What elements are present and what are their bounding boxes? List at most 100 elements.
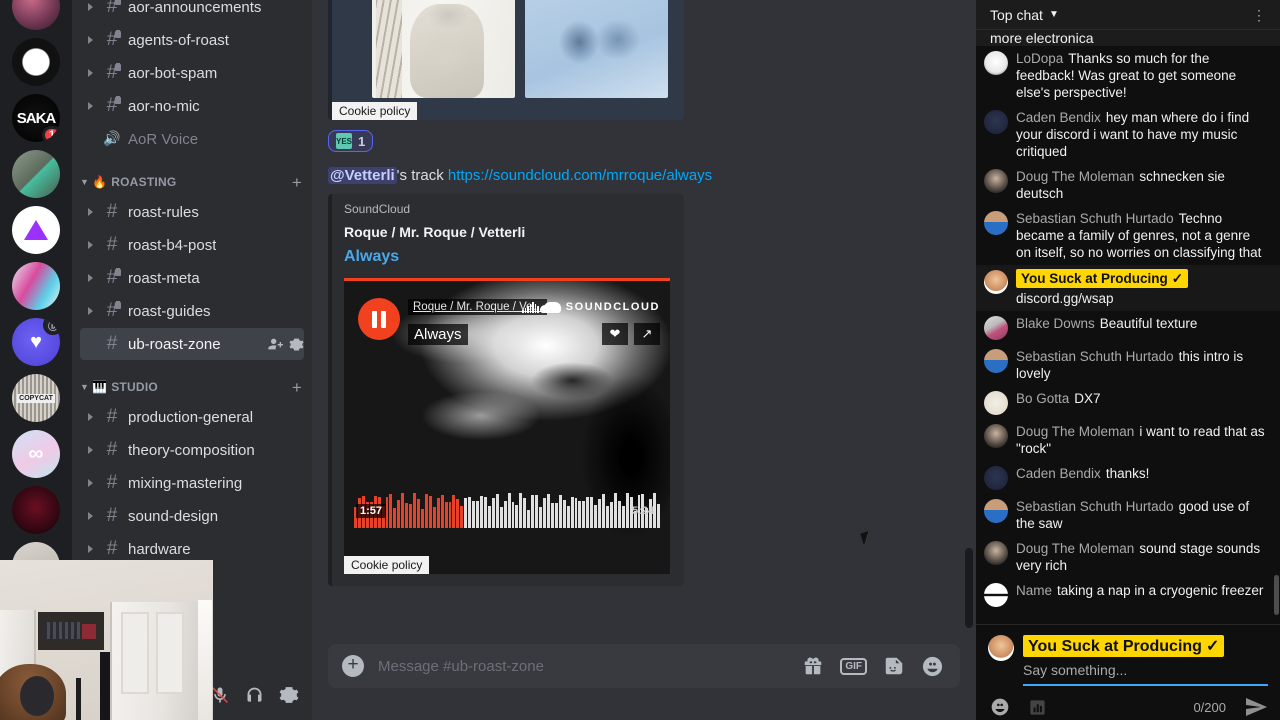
chat-message[interactable]: LoDopa Thanks so much for the feedback! W… xyxy=(976,46,1280,105)
message-reaction[interactable]: YES 1 xyxy=(328,130,374,152)
sidebar-item-sound-design[interactable]: # sound-design xyxy=(80,500,304,532)
chevron-down-icon[interactable]: ▼ xyxy=(1049,9,1059,20)
chat-author[interactable]: Doug The Moleman xyxy=(1016,424,1134,439)
chat-message[interactable]: Doug The Moleman i want to read that as "… xyxy=(976,419,1280,461)
soundcloud-player[interactable]: Roque / Mr. Roque / Ve... Always SOUNDCL… xyxy=(344,278,670,574)
soundcloud-link[interactable]: https://soundcloud.com/mrroque/always xyxy=(448,167,712,184)
avatar[interactable] xyxy=(984,466,1008,490)
sketch-image-1[interactable] xyxy=(372,0,515,98)
server-saka[interactable]: SAKA 1 xyxy=(12,94,60,142)
chat-message[interactable]: Bo Gotta DX7 xyxy=(976,386,1280,419)
avatar[interactable] xyxy=(984,270,1008,294)
server-copycat[interactable]: COPYCAT xyxy=(12,374,60,422)
user-mention[interactable]: @Vetterli xyxy=(328,167,397,184)
share-icon[interactable]: ↗ xyxy=(634,323,660,345)
gift-icon[interactable] xyxy=(802,655,824,677)
sidebar-item-aor-voice[interactable]: 🔊 AoR Voice xyxy=(80,123,304,155)
server-blue-hands[interactable]: ♥ ⓑ xyxy=(12,318,60,366)
sidebar-item-mixing-mastering[interactable]: # mixing-mastering xyxy=(80,467,304,499)
server-enso[interactable] xyxy=(12,38,60,86)
category-roasting[interactable]: ▼ 🔥 ROASTING + xyxy=(72,169,312,195)
poll-icon[interactable] xyxy=(1028,698,1047,717)
channel-settings-icon[interactable] xyxy=(289,337,304,352)
avatar[interactable] xyxy=(984,424,1008,448)
avatar[interactable] xyxy=(984,499,1008,523)
more-options-icon[interactable]: ⋮ xyxy=(1252,8,1266,22)
chat-input[interactable]: Say something... xyxy=(1023,657,1268,686)
emoji-icon[interactable] xyxy=(990,697,1010,717)
server-colorful-swirl[interactable] xyxy=(12,262,60,310)
cookie-policy-label-top[interactable]: Cookie policy xyxy=(332,102,418,120)
server-flowers[interactable] xyxy=(12,0,60,30)
chat-header-title[interactable]: Top chat xyxy=(990,7,1043,23)
chat-scrollbar-yt[interactable] xyxy=(1274,575,1279,615)
chat-author[interactable]: Caden Bendix xyxy=(1016,110,1101,125)
chat-message[interactable]: Doug The Moleman sound stage sounds very … xyxy=(976,536,1280,578)
avatar[interactable] xyxy=(984,541,1008,565)
sidebar-item-theory-composition[interactable]: # theory-composition xyxy=(80,434,304,466)
chat-message[interactable]: Caden Bendix hey man where do i find your… xyxy=(976,105,1280,164)
chat-message[interactable]: Sebastian Schuth Hurtado good use of the … xyxy=(976,494,1280,536)
chat-author[interactable]: Sebastian Schuth Hurtado xyxy=(1016,211,1174,226)
chat-message[interactable]: Blake Downs Beautiful texture xyxy=(976,311,1280,344)
owner-name-badge[interactable]: You Suck at Producing ✓ xyxy=(1016,269,1189,288)
server-minecraft-ore[interactable] xyxy=(12,150,60,198)
chat-message[interactable]: Sebastian Schuth Hurtado this intro is lo… xyxy=(976,344,1280,386)
chat-message[interactable]: Doug The Moleman schnecken sie deutsch xyxy=(976,164,1280,206)
create-channel-icon[interactable]: + xyxy=(292,379,304,396)
chat-author[interactable]: Doug The Moleman xyxy=(1016,169,1134,184)
chat-author[interactable]: Blake Downs xyxy=(1016,316,1095,331)
chat-author[interactable]: Caden Bendix xyxy=(1016,466,1101,481)
microphone-muted-icon[interactable] xyxy=(210,685,230,705)
chat-author[interactable]: Sebastian Schuth Hurtado xyxy=(1016,349,1174,364)
cookie-policy-label[interactable]: Cookie policy xyxy=(344,556,430,574)
chat-scrollbar[interactable] xyxy=(965,548,973,628)
avatar[interactable] xyxy=(984,583,1008,607)
sidebar-item-roast-meta[interactable]: # roast-meta xyxy=(80,262,304,294)
sidebar-item-aor-no-mic[interactable]: # aor-no-mic xyxy=(80,90,304,122)
avatar[interactable] xyxy=(984,110,1008,134)
chat-author[interactable]: Doug The Moleman xyxy=(1016,541,1134,556)
chat-author[interactable]: Name xyxy=(1016,583,1052,598)
chat-author[interactable]: LoDopa xyxy=(1016,51,1063,66)
sidebar-item-agents-of-roast[interactable]: # agents-of-roast xyxy=(80,24,304,56)
embed-title[interactable]: Always xyxy=(344,248,668,266)
invite-member-icon[interactable] xyxy=(267,336,283,352)
chat-author[interactable]: Sebastian Schuth Hurtado xyxy=(1016,499,1174,514)
headphones-icon[interactable] xyxy=(244,685,265,706)
sticker-icon[interactable] xyxy=(883,655,905,677)
avatar[interactable] xyxy=(988,635,1014,661)
message-input-bar[interactable]: + Message #ub-roast-zone GIF xyxy=(328,644,960,688)
waveform[interactable] xyxy=(354,482,661,528)
sidebar-item-roast-guides[interactable]: # roast-guides xyxy=(80,295,304,327)
emoji-icon[interactable] xyxy=(921,655,944,678)
avatar[interactable] xyxy=(984,391,1008,415)
chat-message[interactable]: Name taking a nap in a cryogenic freezer xyxy=(976,578,1280,611)
message-input[interactable]: Message #ub-roast-zone xyxy=(378,658,802,675)
add-attachment-icon[interactable]: + xyxy=(342,655,364,677)
chat-author[interactable]: Bo Gotta xyxy=(1016,391,1069,406)
sketch-image-2[interactable] xyxy=(525,0,668,98)
send-icon[interactable] xyxy=(1244,695,1268,719)
sidebar-item-aor-announcements[interactable]: # aor-announcements xyxy=(80,0,304,23)
heart-icon[interactable]: ❤ xyxy=(602,323,628,345)
server-infinity[interactable]: ∞ xyxy=(12,430,60,478)
avatar[interactable] xyxy=(984,169,1008,193)
chat-message[interactable]: Sebastian Schuth Hurtado Techno became a … xyxy=(976,206,1280,265)
avatar[interactable] xyxy=(984,349,1008,373)
avatar[interactable] xyxy=(984,316,1008,340)
avatar[interactable] xyxy=(984,51,1008,75)
gif-icon[interactable]: GIF xyxy=(840,657,867,675)
chat-message[interactable]: You Suck at Producing ✓ discord.gg/wsap xyxy=(976,265,1280,311)
chat-message[interactable]: Caden Bendix thanks! xyxy=(976,461,1280,494)
category-studio[interactable]: ▼ 🎹 STUDIO + xyxy=(72,374,312,400)
sidebar-item-roast-b4-post[interactable]: # roast-b4-post xyxy=(80,229,304,261)
sidebar-item-ub-roast-zone[interactable]: # ub-roast-zone xyxy=(80,328,304,360)
avatar[interactable] xyxy=(984,211,1008,235)
server-red-sphere[interactable] xyxy=(12,486,60,534)
sidebar-item-roast-rules[interactable]: # roast-rules xyxy=(80,196,304,228)
play-pause-button[interactable] xyxy=(358,298,400,340)
user-settings-icon[interactable] xyxy=(279,685,299,705)
sidebar-item-aor-bot-spam[interactable]: # aor-bot-spam xyxy=(80,57,304,89)
server-a-logo[interactable] xyxy=(12,206,60,254)
